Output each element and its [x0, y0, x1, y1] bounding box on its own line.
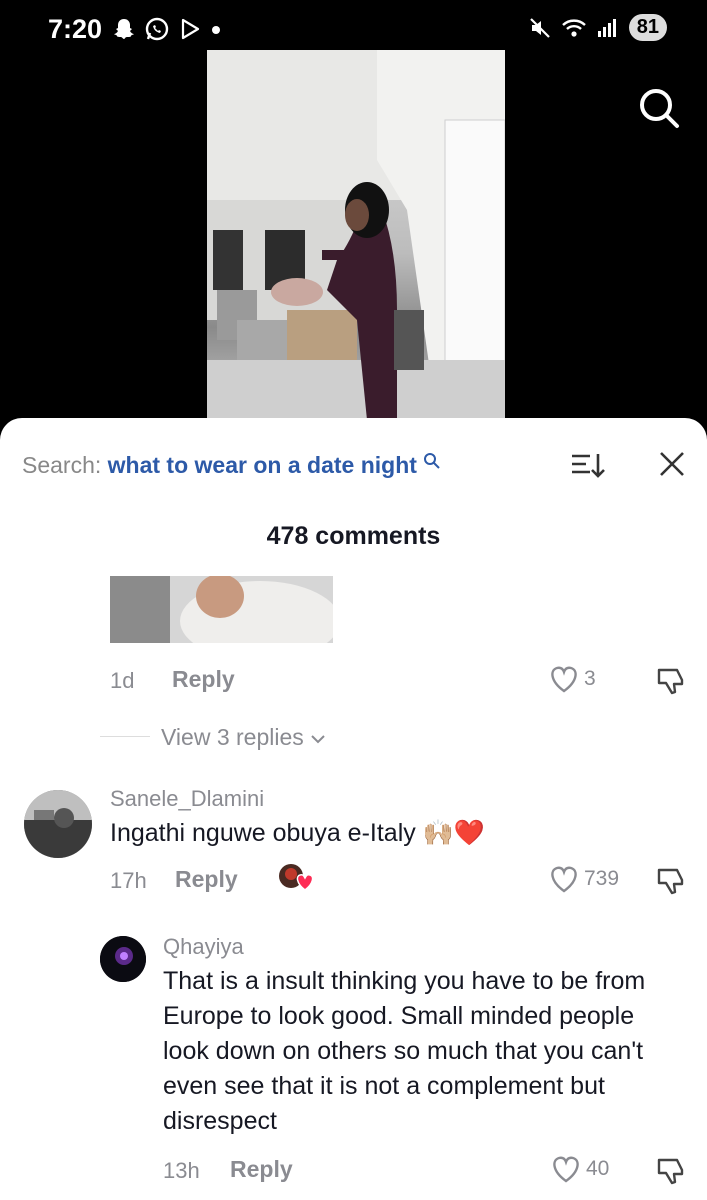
comment-username[interactable]: Sanele_Dlamini [110, 786, 264, 812]
search-icon[interactable] [637, 86, 681, 135]
video-scene [207, 50, 505, 420]
like-count: 40 [586, 1157, 610, 1180]
dislike-icon [657, 868, 684, 895]
dislike-icon [657, 1158, 684, 1185]
sort-icon[interactable] [570, 450, 606, 487]
reply-button[interactable]: Reply [175, 866, 238, 893]
view-replies-button[interactable]: View 3 replies [161, 724, 326, 751]
mute-icon [529, 17, 550, 38]
heart-icon [553, 1156, 579, 1183]
avatar[interactable] [24, 790, 92, 858]
comment-age: 17h [110, 868, 147, 893]
reply-button[interactable]: Reply [172, 666, 235, 693]
like-button[interactable]: 40 [550, 1154, 609, 1184]
comments-count: 478 comments [266, 522, 441, 550]
view-replies-label: View 3 replies [161, 724, 304, 750]
reply-button[interactable]: Reply [230, 1156, 293, 1183]
close-icon[interactable] [658, 450, 686, 483]
like-count: 3 [584, 667, 596, 690]
comment-image[interactable] [110, 574, 340, 661]
like-button[interactable]: 739 [548, 864, 619, 894]
avatar[interactable] [100, 936, 146, 982]
dot-icon [212, 26, 220, 34]
divider-line [100, 736, 150, 737]
comment-text: Ingathi nguwe obuya e-Italy 🙌🏼❤️ [110, 819, 485, 847]
status-time: 7:20 [48, 14, 103, 44]
comment-text: That is a insult thinking you have to be… [163, 967, 646, 1135]
dislike-button[interactable] [655, 664, 687, 701]
comment-age: 1d [110, 668, 135, 693]
heart-icon [551, 866, 577, 893]
status-right-icons: 81 [529, 14, 667, 41]
signal-icon [597, 18, 616, 37]
like-button[interactable]: 3 [548, 664, 596, 694]
like-count: 739 [584, 867, 620, 890]
whatsapp-icon [145, 17, 169, 41]
comments-sheet: Search: what to wear on a date night 478… [0, 418, 707, 1200]
status-left-icons [112, 16, 222, 42]
comment-username[interactable]: Qhayiya [163, 934, 244, 960]
search-small-icon [424, 453, 441, 469]
comment-age: 13h [163, 1158, 200, 1183]
chevron-down-icon [311, 735, 325, 744]
dislike-icon [657, 668, 684, 695]
video-preview[interactable] [207, 50, 505, 420]
dislike-button[interactable] [655, 864, 687, 901]
search-suggestion[interactable]: Search: what to wear on a date night [22, 452, 441, 479]
heart-icon [551, 666, 577, 693]
creator-liked-badge [278, 862, 314, 892]
snapchat-icon [114, 19, 134, 39]
play-icon [181, 18, 200, 40]
search-query[interactable]: what to wear on a date night [108, 452, 417, 478]
battery-badge: 81 [628, 14, 667, 41]
dislike-button[interactable] [655, 1154, 687, 1191]
search-label: Search: [22, 452, 102, 478]
wifi-icon [561, 18, 586, 37]
